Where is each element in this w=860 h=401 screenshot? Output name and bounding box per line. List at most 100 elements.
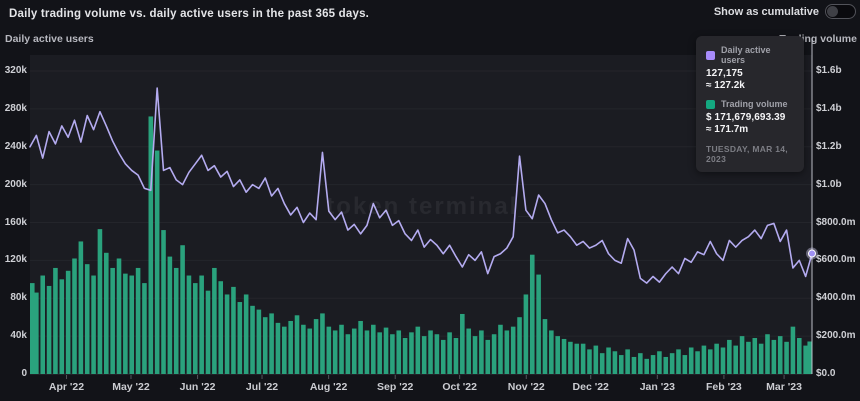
volume-bar (600, 353, 605, 374)
x-axis-tick: Jan '23 (627, 381, 687, 393)
volume-bar (638, 353, 643, 374)
tooltip-volume-approx: ≈ 171.7m (706, 124, 794, 135)
volume-bar (314, 319, 319, 374)
volume-bar (403, 338, 408, 374)
volume-bar (123, 274, 128, 374)
volume-bar (320, 313, 325, 374)
volume-bar (663, 357, 668, 374)
right-axis-tick: $200.0m (816, 330, 855, 341)
volume-bar (517, 317, 522, 374)
tooltip-date: TUESDAY, MAR 14, 2023 (706, 144, 794, 164)
volume-bar (498, 325, 503, 374)
volume-bar (511, 327, 516, 374)
volume-bar (136, 268, 141, 374)
x-axis-tick: Mar '23 (754, 381, 814, 393)
volume-bar (295, 315, 300, 374)
volume-bar (784, 342, 789, 374)
volume-bar (282, 327, 287, 374)
volume-bar (238, 302, 243, 374)
volume-bar (85, 264, 90, 374)
volume-bar (168, 257, 173, 374)
tooltip-volume-label: Trading volume (721, 99, 788, 109)
volume-bar (396, 330, 401, 374)
tooltip-volume-row: Trading volume (706, 99, 794, 109)
volume-bar (524, 294, 529, 374)
volume-bar (791, 327, 796, 374)
x-axis-tick: Oct '22 (430, 381, 490, 393)
x-axis-tick: Dec '22 (561, 381, 621, 393)
volume-bar (352, 329, 357, 374)
volume-bar (390, 334, 395, 374)
x-axis-tick: May '22 (101, 381, 161, 393)
volume-bar (269, 313, 274, 374)
volume-bar (358, 321, 363, 374)
volume-bar (161, 230, 166, 374)
volume-bar (721, 347, 726, 374)
volume-bar (365, 330, 370, 374)
volume-bar (555, 336, 560, 374)
users-swatch-icon (706, 51, 715, 60)
volume-bar (543, 319, 548, 374)
volume-bar (98, 229, 103, 374)
volume-bar (212, 268, 217, 374)
volume-bar (625, 349, 630, 374)
right-axis-tick: $400.0m (816, 292, 855, 303)
volume-bar (428, 330, 433, 374)
left-axis-tick: 280k (0, 103, 27, 114)
volume-bar (91, 276, 96, 374)
volume-bar (613, 351, 618, 374)
volume-bar (371, 325, 376, 374)
x-axis-tick: Sep '22 (365, 381, 425, 393)
right-axis-tick: $800.0m (816, 217, 855, 228)
volume-bar (59, 279, 64, 374)
volume-bar (702, 346, 707, 374)
volume-bar (257, 310, 262, 374)
right-axis-tick: $1.2b (816, 141, 842, 152)
x-axis-tick: Nov '22 (496, 381, 556, 393)
volume-bar (250, 306, 255, 374)
volume-bar (657, 351, 662, 374)
right-axis-tick: $0.0 (816, 368, 835, 379)
volume-bar (574, 344, 579, 374)
volume-bar (72, 258, 77, 374)
volume-bar (714, 344, 719, 374)
volume-bar (492, 334, 497, 374)
volume-bar (505, 330, 510, 374)
volume-bar (409, 332, 414, 374)
volume-bar (695, 351, 700, 374)
volume-bar (772, 340, 777, 374)
volume-bar (587, 349, 592, 374)
tooltip-users-label: Daily active users (721, 45, 794, 65)
volume-bar (129, 276, 134, 374)
volume-bar (193, 283, 198, 374)
volume-bar (206, 291, 211, 374)
volume-bar (581, 344, 586, 374)
volume-bar (606, 347, 611, 374)
volume-bar (803, 346, 808, 374)
volume-bar (231, 287, 236, 374)
volume-bar (34, 293, 39, 374)
right-axis-tick: $1.6b (816, 65, 842, 76)
left-axis-tick: 200k (0, 179, 27, 190)
volume-bar (447, 332, 452, 374)
volume-bar (644, 359, 649, 374)
volume-bar (549, 330, 554, 374)
volume-bar (473, 336, 478, 374)
volume-bar (79, 241, 84, 374)
volume-bar (689, 347, 694, 374)
x-axis-tick: Jul '22 (232, 381, 292, 393)
tooltip: Daily active users 127,175 ≈ 127.2k Trad… (696, 36, 804, 172)
volume-bar (676, 349, 681, 374)
volume-bar (142, 283, 147, 374)
volume-bar (536, 275, 541, 374)
volume-bar (218, 281, 223, 374)
volume-bar (562, 339, 567, 374)
volume-bar (288, 321, 293, 374)
left-axis-tick: 160k (0, 217, 27, 228)
volume-bar (568, 342, 573, 374)
volume-bar (155, 151, 160, 374)
volume-bar (40, 276, 45, 374)
volume-bar (594, 346, 599, 374)
volume-bar (727, 340, 732, 374)
volume-bar (759, 344, 764, 374)
